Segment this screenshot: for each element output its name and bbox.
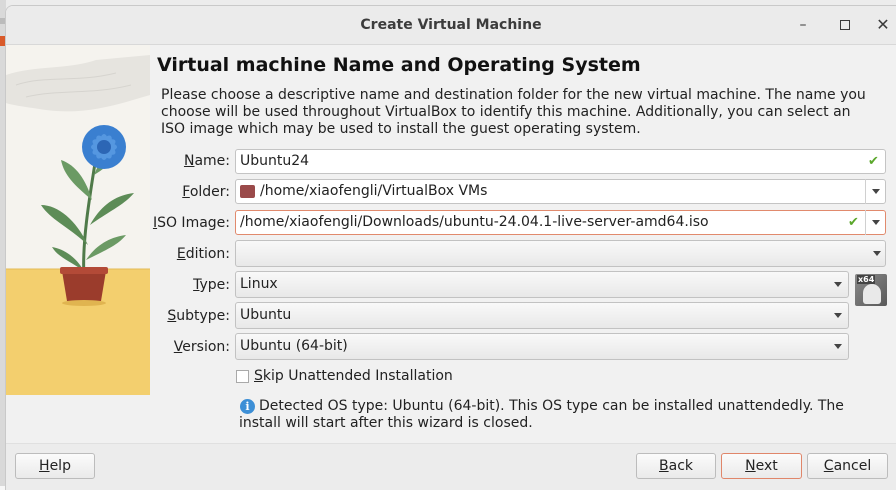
subtype-label: Subtype: — [95, 308, 230, 324]
back-button[interactable]: Back — [636, 453, 716, 479]
iso-label-text: SO Image: — [157, 215, 230, 231]
type-label: Type: — [95, 277, 230, 293]
type-label-text: ype: — [199, 277, 230, 293]
os-arch-tag: x64 — [857, 275, 876, 284]
window-title: Create Virtual Machine — [360, 17, 542, 33]
folder-label: Folder: — [95, 184, 230, 200]
chevron-down-icon — [873, 251, 881, 256]
chevron-down-icon — [834, 344, 842, 349]
back-mnemonic: B — [659, 458, 669, 474]
maximize-button[interactable] — [834, 14, 856, 36]
help-button[interactable]: Help — [15, 453, 95, 479]
close-button[interactable]: ✕ — [872, 14, 894, 36]
subtype-label-text: ubtype: — [176, 308, 230, 324]
penguin-icon — [863, 284, 881, 304]
edition-select[interactable] — [235, 240, 886, 267]
version-value: Ubuntu (64-bit) — [240, 338, 348, 354]
minimize-icon: – — [799, 17, 807, 33]
edition-label-text: dition: — [185, 246, 230, 262]
maximize-icon — [840, 20, 850, 30]
back-label: ack — [668, 458, 693, 474]
name-label-text: ame: — [194, 153, 230, 169]
version-select[interactable]: Ubuntu (64-bit) — [235, 333, 849, 360]
subtype-label-mnemonic: S — [167, 308, 177, 324]
version-label-mnemonic: V — [173, 339, 183, 355]
type-value: Linux — [240, 276, 278, 292]
detected-os-message: Detected OS type: Ubuntu (64-bit). This … — [239, 398, 844, 431]
folder-icon — [240, 185, 255, 198]
chevron-down-icon — [834, 282, 842, 287]
next-mnemonic: N — [745, 458, 756, 474]
skip-label-mnemonic: S — [254, 368, 263, 384]
cancel-label: ancel — [833, 458, 872, 474]
skip-label-text: kip Unattended Installation — [262, 368, 453, 384]
iso-value: /home/xiaofengli/Downloads/ubuntu-24.04.… — [240, 214, 709, 230]
iso-image-selector[interactable]: /home/xiaofengli/Downloads/ubuntu-24.04.… — [235, 210, 886, 235]
name-input[interactable]: Ubuntu24 ✔ — [235, 149, 886, 174]
name-label-mnemonic: N — [183, 153, 195, 169]
version-label-text: ersion: — [182, 339, 230, 355]
folder-selector[interactable]: /home/xiaofengli/VirtualBox VMs — [235, 179, 886, 204]
folder-value: /home/xiaofengli/VirtualBox VMs — [260, 183, 488, 199]
subtype-value: Ubuntu — [240, 307, 292, 323]
info-icon: i — [240, 399, 255, 414]
title-bar[interactable]: Create Virtual Machine – ✕ — [6, 6, 896, 45]
page-description: Please choose a descriptive name and des… — [161, 87, 866, 137]
version-label: Version: — [95, 339, 230, 355]
linux-os-icon: x64 — [855, 274, 887, 306]
page-title: Virtual machine Name and Operating Syste… — [157, 54, 641, 76]
edition-label: Edition: — [95, 246, 230, 262]
check-icon: ✔ — [868, 154, 879, 169]
next-button[interactable]: Next — [721, 453, 802, 479]
help-label: elp — [49, 458, 71, 474]
type-select[interactable]: Linux — [235, 271, 849, 298]
minimize-button[interactable]: – — [792, 14, 814, 36]
chevron-down-icon — [872, 189, 880, 194]
folder-label-mnemonic: F — [182, 184, 190, 200]
iso-dropdown-button[interactable] — [865, 210, 885, 235]
create-vm-dialog: Create Virtual Machine – ✕ Virtual machi… — [5, 5, 896, 490]
chevron-down-icon — [872, 220, 880, 225]
next-label: ext — [755, 458, 778, 474]
folder-label-text: older: — [189, 184, 230, 200]
iso-label: ISO Image: — [95, 215, 230, 231]
subtype-select[interactable]: Ubuntu — [235, 302, 849, 329]
skip-unattended-label[interactable]: Skip Unattended Installation — [254, 368, 453, 384]
name-value: Ubuntu24 — [240, 153, 310, 169]
close-icon: ✕ — [876, 15, 890, 34]
help-mnemonic: H — [39, 458, 50, 474]
cancel-mnemonic: C — [823, 458, 834, 474]
chevron-down-icon — [834, 313, 842, 318]
folder-dropdown-button[interactable] — [865, 179, 885, 204]
edition-label-mnemonic: E — [176, 246, 186, 262]
check-icon: ✔ — [848, 215, 859, 230]
cancel-button[interactable]: Cancel — [807, 453, 888, 479]
skip-unattended-checkbox[interactable] — [236, 370, 249, 383]
name-label: Name: — [95, 153, 230, 169]
